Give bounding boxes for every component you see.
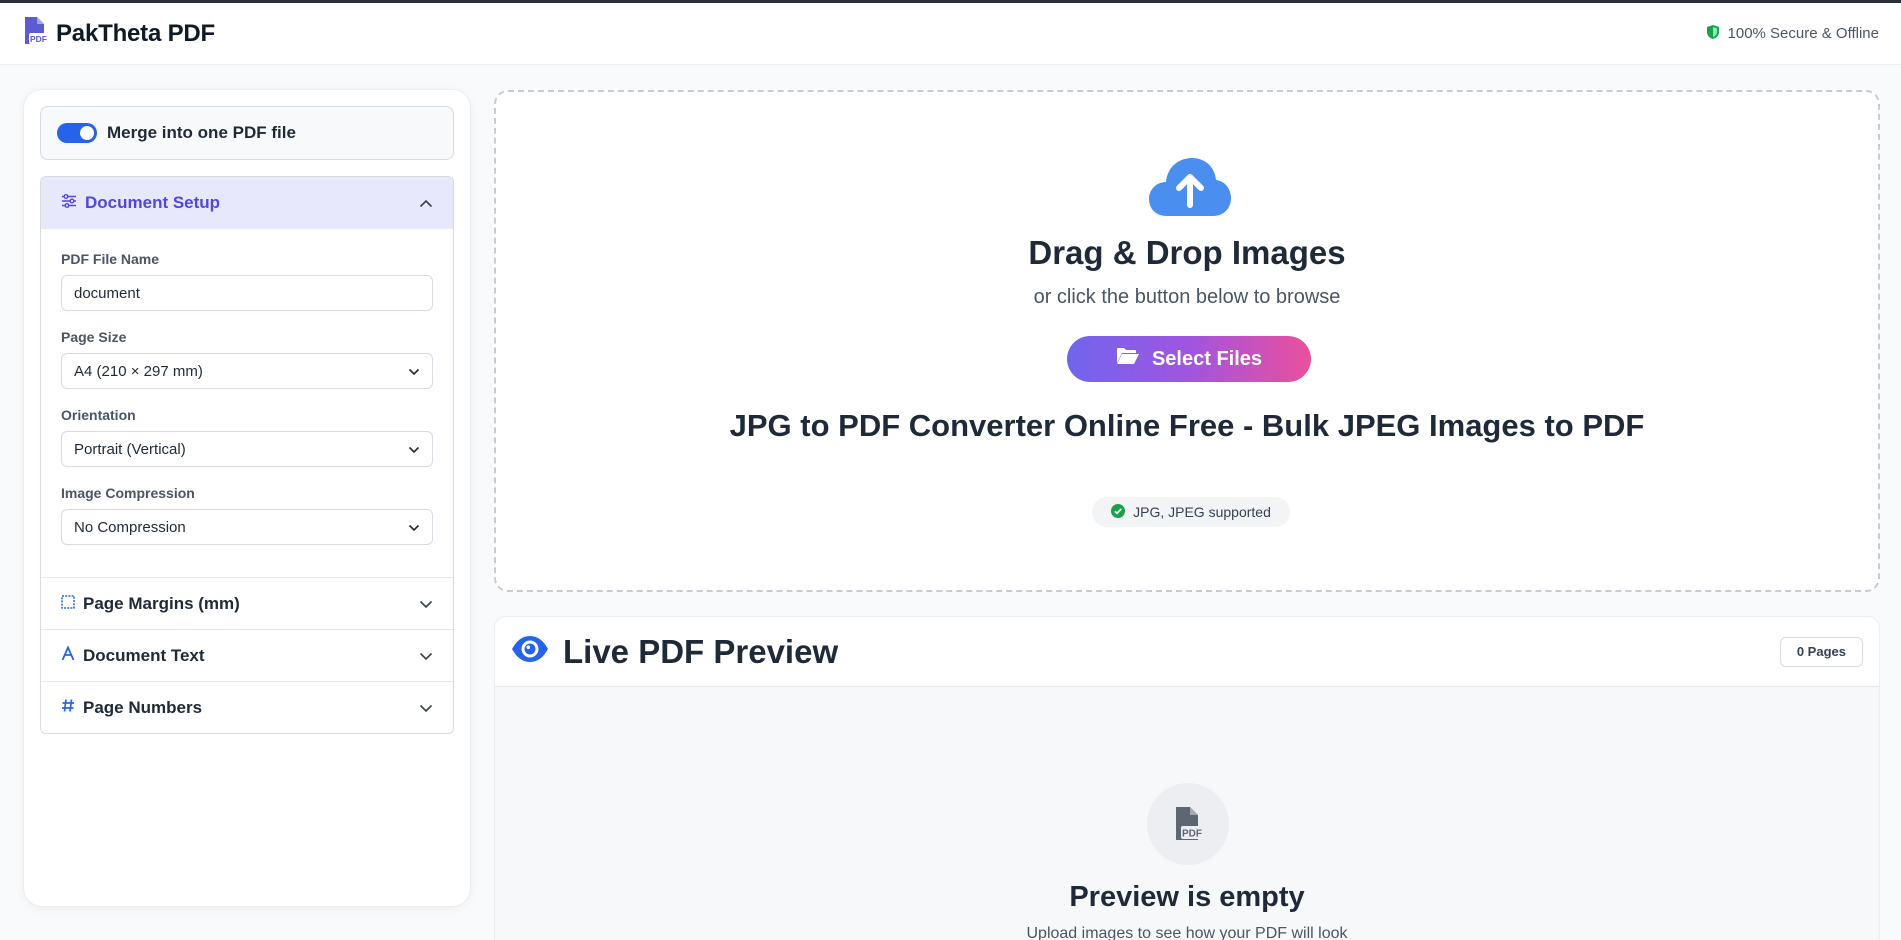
page-heading: JPG to PDF Converter Online Free - Bulk … [729,408,1645,443]
brand[interactable]: PDF PakTheta PDF [22,16,215,51]
empty-subtitle: Upload images to see how your PDF will l… [1026,925,1348,940]
page-size-label: Page Size [61,329,127,345]
section-page-margins[interactable]: Page Margins (mm) [41,577,453,629]
section-title: Page Margins (mm) [83,593,240,613]
merge-toggle[interactable] [57,123,97,143]
file-name-input[interactable]: document [61,275,433,311]
section-document-text[interactable]: Document Text [41,629,453,681]
section-document-setup[interactable]: Document Setup [41,177,453,229]
folder-open-icon [1116,347,1140,371]
hash-icon [61,698,75,718]
settings-accordion: Document Setup PDF File Name document Pa… [40,176,454,734]
chevron-down-icon [408,363,420,380]
font-icon [61,644,75,666]
sliders-icon [61,193,77,213]
compression-label: Image Compression [61,485,195,501]
cloud-upload-icon [1149,158,1231,223]
merge-option[interactable]: Merge into one PDF file [40,106,454,160]
file-name-label: PDF File Name [61,251,160,267]
preview-empty-state: PDF Preview is empty Upload images to se… [495,687,1879,940]
app-header: PDF PakTheta PDF 100% Secure & Offline [0,3,1901,65]
secure-indicator: 100% Secure & Offline [1706,24,1879,44]
section-title: Page Numbers [83,697,203,717]
shield-icon [1706,24,1720,44]
app-name: PakTheta PDF [56,19,215,47]
check-circle-icon [1111,503,1126,521]
margin-square-icon [61,594,75,614]
page-count-badge: 0 Pages [1779,636,1863,667]
chevron-up-icon [419,193,433,213]
select-files-button[interactable]: Select Files [1067,336,1311,382]
svg-text:PDF: PDF [30,34,47,44]
settings-sidebar: Merge into one PDF file Document Setup P… [24,90,470,906]
eye-icon [511,635,549,668]
upload-dropzone[interactable]: Drag & Drop Images or click the button b… [494,90,1880,592]
file-name-field: PDF File Name document [61,251,433,311]
section-title: Document Setup [85,193,221,212]
dropzone-title: Drag & Drop Images [1028,234,1346,271]
compression-field: Image Compression No Compression [61,485,433,545]
section-page-numbers[interactable]: Page Numbers [41,681,453,733]
chevron-down-icon [408,519,420,536]
chevron-down-icon [419,594,433,614]
preview-title: Live PDF Preview [563,632,839,670]
chevron-down-icon [419,646,433,666]
supported-formats-badge: JPG, JPEG supported [1092,497,1290,527]
merge-label: Merge into one PDF file [107,123,296,142]
supported-formats-text: JPG, JPEG supported [1133,504,1271,520]
svg-text:PDF: PDF [1182,829,1202,840]
dropzone-subtitle: or click the button below to browse [1033,286,1341,308]
document-setup-body: PDF File Name document Page Size A4 (210… [41,229,453,577]
pdf-logo-icon: PDF [22,16,48,51]
page-size-field: Page Size A4 (210 × 297 mm) [61,329,433,389]
preview-header: Live PDF Preview 0 Pages [495,617,1879,687]
orientation-label: Orientation [61,407,136,423]
empty-title: Preview is empty [1069,881,1305,913]
page-size-value: A4 (210 × 297 mm) [74,362,203,380]
compression-select[interactable]: No Compression [61,509,433,545]
orientation-value: Portrait (Vertical) [74,440,186,458]
orientation-select[interactable]: Portrait (Vertical) [61,431,433,467]
select-files-label: Select Files [1151,347,1263,370]
section-title: Document Text [83,645,205,665]
page-size-select[interactable]: A4 (210 × 297 mm) [61,353,433,389]
live-preview-panel: Live PDF Preview 0 Pages PDF Preview is … [494,616,1880,940]
chevron-down-icon [408,441,420,458]
chevron-down-icon [419,698,433,718]
pdf-file-icon: PDF [1147,783,1229,865]
compression-value: No Compression [74,518,186,536]
secure-text: 100% Secure & Offline [1727,25,1879,42]
orientation-field: Orientation Portrait (Vertical) [61,407,433,467]
